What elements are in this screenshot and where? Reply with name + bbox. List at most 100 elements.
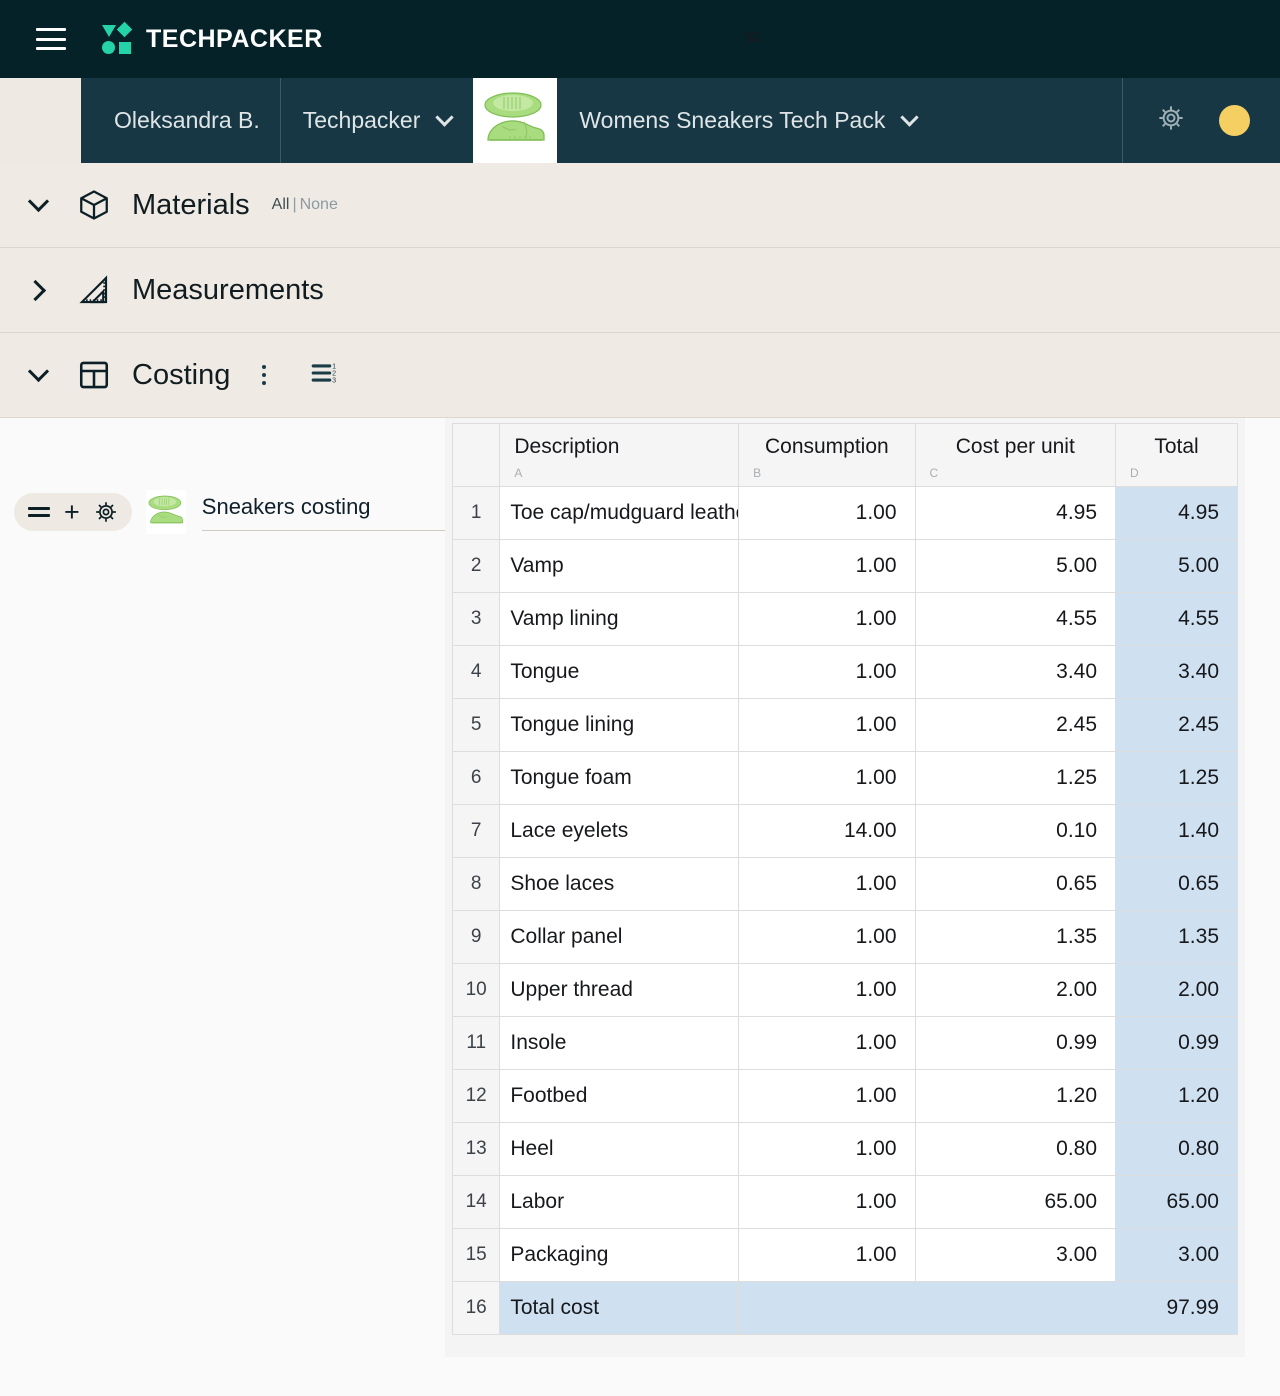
cell-cost-per-unit[interactable] [914,1281,1117,1335]
techpacker-logo[interactable]: TECHPACKER [102,21,323,54]
section-measurements[interactable]: Measurements [0,248,1280,333]
cell-cost-per-unit[interactable]: 4.55 [914,592,1117,646]
cell-consumption[interactable] [738,1281,916,1335]
cell-consumption[interactable]: 1.00 [738,910,916,964]
more-vertical-icon[interactable] [258,361,270,389]
cell-description[interactable]: Tongue [499,645,740,699]
cell-consumption[interactable]: 1.00 [738,963,916,1017]
cell-cost-per-unit[interactable]: 2.45 [914,698,1117,752]
row-number-cell[interactable]: 2 [451,539,501,593]
row-number-cell[interactable]: 4 [451,645,501,699]
cell-total[interactable]: 3.00 [1115,1228,1238,1282]
workspace-selector[interactable]: Techpacker [281,78,474,163]
cell-description[interactable]: Heel [499,1122,740,1176]
cell-consumption[interactable]: 1.00 [738,1122,916,1176]
cell-consumption[interactable]: 1.00 [738,645,916,699]
chevron-down-icon[interactable] [22,360,54,382]
cell-total[interactable]: 0.99 [1115,1016,1238,1070]
gear-icon[interactable] [94,500,118,524]
cell-cost-per-unit[interactable]: 1.25 [914,751,1117,805]
row-number-cell[interactable]: 9 [451,910,501,964]
cell-total[interactable]: 2.45 [1115,698,1238,752]
row-number-cell[interactable]: 8 [451,857,501,911]
column-header-consumption[interactable]: Consumption B [738,423,916,487]
plus-icon[interactable]: + [64,498,80,526]
row-number-cell[interactable]: 6 [451,751,501,805]
section-materials[interactable]: Materials All | None [0,163,1280,248]
cell-consumption[interactable]: 1.00 [738,1228,916,1282]
chevron-down-icon[interactable] [22,190,54,212]
row-number-cell[interactable]: 13 [451,1122,501,1176]
cell-description[interactable]: Vamp lining [499,592,740,646]
card-title-input[interactable]: Sneakers costing [201,494,452,531]
cell-cost-per-unit[interactable]: 0.99 [914,1016,1117,1070]
hamburger-menu-icon[interactable] [36,28,66,50]
project-selector[interactable]: Womens Sneakers Tech Pack [557,78,938,163]
cell-consumption[interactable]: 1.00 [738,1175,916,1229]
cell-consumption[interactable]: 1.00 [738,1016,916,1070]
cell-description[interactable]: Lace eyelets [499,804,740,858]
cell-consumption[interactable]: 1.00 [738,486,916,540]
card-thumbnail[interactable] [145,490,186,534]
user-avatar[interactable] [1219,105,1250,136]
column-header-description[interactable]: Description A [499,423,740,487]
cell-consumption[interactable]: 1.00 [738,592,916,646]
cell-total[interactable]: 1.25 [1115,751,1238,805]
column-header-total[interactable]: Total D [1115,423,1238,487]
cell-description[interactable]: Upper thread [499,963,740,1017]
settings-gear-icon[interactable] [1157,104,1185,137]
cell-description[interactable]: Toe cap/mudguard leather [499,486,740,540]
user-name[interactable]: Oleksandra B. [81,78,280,163]
cell-description[interactable]: Collar panel [499,910,740,964]
drag-handle-icon[interactable] [28,507,50,517]
cell-description[interactable]: Shoe laces [499,857,740,911]
cell-total[interactable]: 0.65 [1115,857,1238,911]
row-number-cell[interactable]: 5 [451,698,501,752]
column-header-cost-per-unit[interactable]: Cost per unit C [914,423,1117,487]
row-number-cell[interactable]: 10 [451,963,501,1017]
cell-total[interactable]: 4.55 [1115,592,1238,646]
row-number-cell[interactable]: 11 [451,1016,501,1070]
cell-cost-per-unit[interactable]: 3.00 [914,1228,1117,1282]
cell-consumption[interactable]: 1.00 [738,1069,916,1123]
cell-cost-per-unit[interactable]: 1.20 [914,1069,1117,1123]
cell-description[interactable]: Footbed [499,1069,740,1123]
corner-cell[interactable] [451,423,501,487]
cell-cost-per-unit[interactable]: 65.00 [914,1175,1117,1229]
row-number-cell[interactable]: 3 [451,592,501,646]
cell-total[interactable]: 97.99 [1115,1281,1238,1335]
cell-total[interactable]: 5.00 [1115,539,1238,593]
row-number-cell[interactable]: 14 [451,1175,501,1229]
cell-cost-per-unit[interactable]: 5.00 [914,539,1117,593]
cell-cost-per-unit[interactable]: 3.40 [914,645,1117,699]
cell-description[interactable]: Tongue lining [499,698,740,752]
row-number-cell[interactable]: 12 [451,1069,501,1123]
cell-cost-per-unit[interactable]: 1.35 [914,910,1117,964]
cell-description[interactable]: Insole [499,1016,740,1070]
cell-description[interactable]: Vamp [499,539,740,593]
cell-total[interactable]: 4.95 [1115,486,1238,540]
cell-total[interactable]: 2.00 [1115,963,1238,1017]
numbered-list-icon[interactable]: 1 2 3 [310,360,340,391]
row-number-cell[interactable]: 1 [451,486,501,540]
cell-description[interactable]: Labor [499,1175,740,1229]
cell-description[interactable]: Total cost [499,1281,740,1335]
cell-cost-per-unit[interactable]: 0.65 [914,857,1117,911]
row-number-cell[interactable]: 7 [451,804,501,858]
cell-total[interactable]: 1.40 [1115,804,1238,858]
select-none-link[interactable]: None [300,196,338,213]
row-number-cell[interactable]: 15 [451,1228,501,1282]
cell-total[interactable]: 1.35 [1115,910,1238,964]
cell-total[interactable]: 0.80 [1115,1122,1238,1176]
cell-description[interactable]: Tongue foam [499,751,740,805]
project-thumbnail[interactable] [473,78,558,163]
cell-consumption[interactable]: 1.00 [738,751,916,805]
cell-cost-per-unit[interactable]: 0.10 [914,804,1117,858]
cell-total[interactable]: 65.00 [1115,1175,1238,1229]
select-all-link[interactable]: All [272,196,290,213]
cell-total[interactable]: 3.40 [1115,645,1238,699]
cell-total[interactable]: 1.20 [1115,1069,1238,1123]
cell-cost-per-unit[interactable]: 2.00 [914,963,1117,1017]
cell-consumption[interactable]: 14.00 [738,804,916,858]
chevron-right-icon[interactable] [22,279,54,301]
